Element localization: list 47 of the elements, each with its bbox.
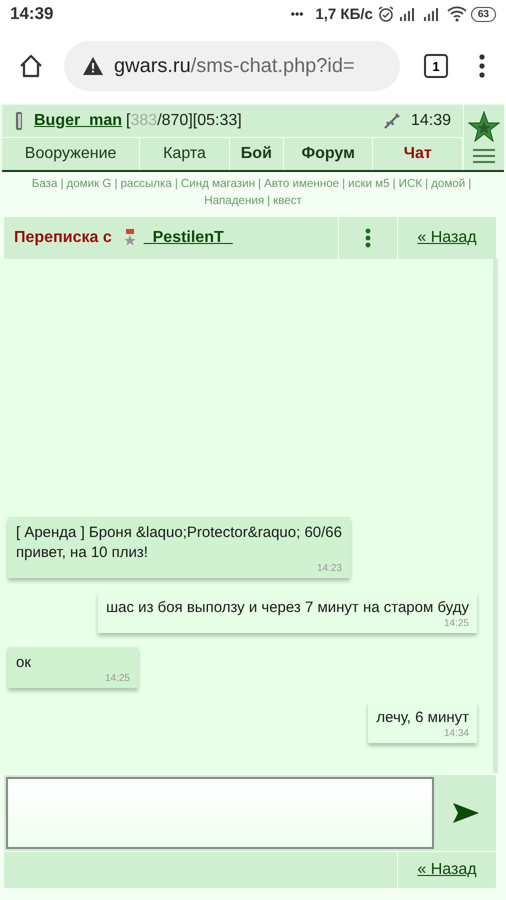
kebab-menu-icon[interactable] bbox=[365, 228, 371, 248]
back-link[interactable]: « Назад bbox=[417, 861, 477, 879]
link-separator: | bbox=[392, 177, 396, 190]
send-icon[interactable] bbox=[452, 802, 480, 824]
message-time: 14:34 bbox=[442, 728, 469, 739]
alarm-icon bbox=[376, 5, 395, 23]
username-link[interactable]: Buger_man bbox=[34, 112, 122, 130]
rifle-icon bbox=[382, 112, 401, 130]
home-icon[interactable] bbox=[18, 53, 44, 79]
link-separator: | bbox=[114, 177, 118, 190]
message-text: [ Аренда ] Броня &laquo;Protector&raquo; 60/66 привет, на 10 плиз! bbox=[16, 523, 342, 563]
link-separator: | bbox=[258, 177, 262, 190]
network-speed: 1,7 КБ/с bbox=[315, 6, 373, 22]
address-bar[interactable]: gwars.ru/sms-chat.php?id= bbox=[64, 41, 400, 91]
star-logo-icon[interactable] bbox=[468, 111, 500, 144]
warning-icon bbox=[82, 56, 104, 76]
link-separator: | bbox=[60, 177, 64, 190]
nav-tab[interactable]: Бой bbox=[230, 138, 284, 170]
message-text: ок bbox=[16, 653, 32, 673]
back-link[interactable]: « Назад bbox=[417, 229, 477, 247]
partner-link[interactable]: _PestilenT_ bbox=[144, 229, 233, 247]
message-time: 14:25 bbox=[442, 618, 469, 629]
server-time: 14:39 bbox=[410, 112, 451, 130]
nav-tab[interactable]: Карта bbox=[140, 138, 230, 170]
message-time: 14:25 bbox=[104, 673, 130, 684]
message-text: лечу, 6 минут bbox=[376, 708, 469, 728]
link-separator: | bbox=[267, 194, 270, 207]
message-time: 14:23 bbox=[316, 563, 342, 574]
message-input[interactable] bbox=[6, 777, 434, 849]
message-text: шас из боя выползу и через 7 минут на старом буду bbox=[106, 598, 469, 618]
wifi-icon bbox=[446, 6, 467, 22]
nav-tab[interactable]: Форум bbox=[284, 138, 374, 170]
nav-tab[interactable]: Чат bbox=[373, 138, 464, 170]
menu-icon[interactable] bbox=[478, 53, 486, 79]
player-stats: [383/870][05:33] bbox=[126, 112, 242, 130]
link-separator: | bbox=[468, 177, 472, 190]
medal-icon bbox=[124, 228, 136, 248]
conversation-title: Переписка с bbox=[14, 229, 112, 247]
hamburger-icon[interactable] bbox=[473, 148, 495, 164]
link-separator: | bbox=[425, 177, 428, 190]
link-separator: | bbox=[174, 177, 178, 190]
battery-indicator: 63 bbox=[470, 6, 496, 22]
notification-dots: ••• bbox=[290, 7, 304, 21]
nav-tab[interactable]: Вооружение bbox=[2, 138, 140, 170]
link-separator: | bbox=[342, 177, 346, 190]
tab-count-button[interactable]: 1 bbox=[424, 54, 448, 78]
clock-time: 14:39 bbox=[10, 4, 54, 24]
